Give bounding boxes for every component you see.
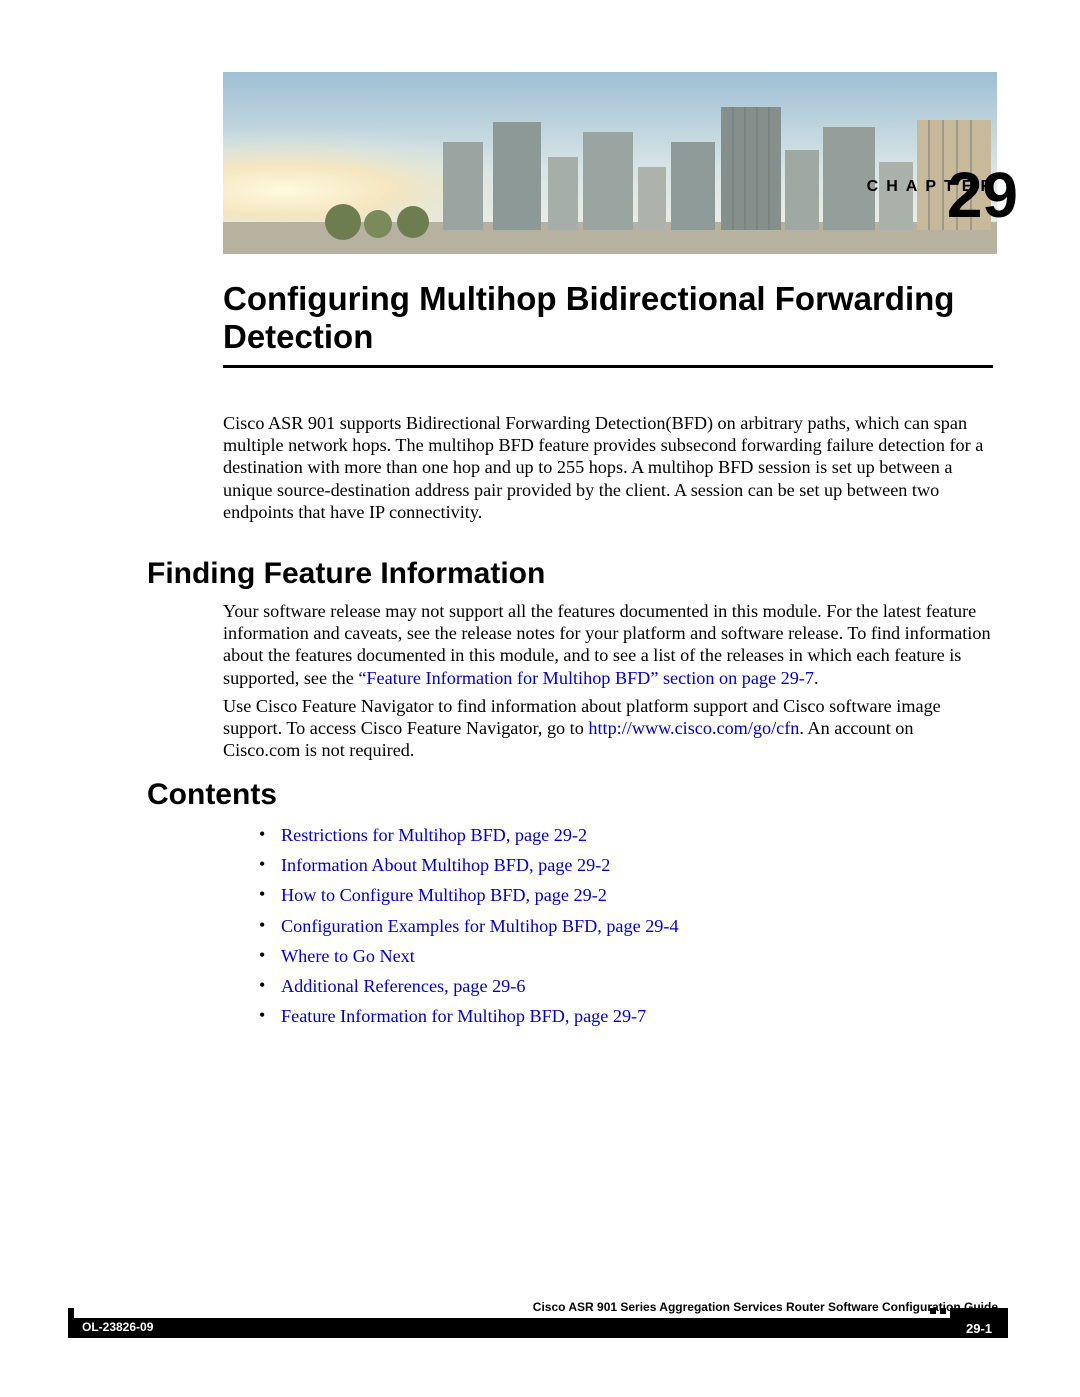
contents-item: Where to Go Next [259, 945, 993, 967]
contents-item: Restrictions for Multihop BFD, page 29-2 [259, 824, 993, 846]
link-where-to-go-next[interactable]: Where to Go Next [281, 946, 415, 966]
contents-item: Configuration Examples for Multihop BFD,… [259, 915, 993, 937]
link-information-about[interactable]: Information About Multihop BFD, page 29-… [281, 855, 610, 875]
footer-black-bar [68, 1318, 1008, 1338]
link-cfn-url[interactable]: http://www.cisco.com/go/cfn [588, 718, 799, 738]
footer-doc-number: OL-23826-09 [82, 1320, 153, 1334]
finding-paragraph-1: Your software release may not support al… [223, 600, 993, 689]
contents-item: Additional References, page 29-6 [259, 975, 993, 997]
link-additional-references[interactable]: Additional References, page 29-6 [281, 976, 525, 996]
link-feature-info-section[interactable]: “Feature Information for Multihop BFD” s… [358, 668, 814, 688]
heading-contents: Contents [147, 778, 277, 812]
finding-paragraph-2: Use Cisco Feature Navigator to find info… [223, 695, 993, 762]
title-rule [223, 365, 993, 368]
contents-list: Restrictions for Multihop BFD, page 29-2… [259, 824, 993, 1035]
link-feature-information[interactable]: Feature Information for Multihop BFD, pa… [281, 1006, 646, 1026]
link-restrictions[interactable]: Restrictions for Multihop BFD, page 29-2 [281, 825, 587, 845]
contents-item: How to Configure Multihop BFD, page 29-2 [259, 884, 993, 906]
footer-page-number: 29-1 [950, 1318, 1008, 1338]
footer-guide-title: Cisco ASR 901 Series Aggregation Service… [533, 1300, 998, 1314]
contents-item: Feature Information for Multihop BFD, pa… [259, 1005, 993, 1027]
link-how-to-configure[interactable]: How to Configure Multihop BFD, page 29-2 [281, 885, 607, 905]
footer-notch [68, 1308, 74, 1318]
chapter-banner [223, 72, 997, 254]
finding-p1-post: . [814, 668, 819, 688]
chapter-title: Configuring Multihop Bidirectional Forwa… [223, 280, 993, 356]
contents-item: Information About Multihop BFD, page 29-… [259, 854, 993, 876]
chapter-number: 29 [947, 158, 1018, 232]
page-footer: Cisco ASR 901 Series Aggregation Service… [68, 1308, 1008, 1352]
heading-finding-feature-information: Finding Feature Information [147, 557, 545, 591]
link-config-examples[interactable]: Configuration Examples for Multihop BFD,… [281, 916, 679, 936]
intro-paragraph: Cisco ASR 901 supports Bidirectional For… [223, 412, 993, 523]
